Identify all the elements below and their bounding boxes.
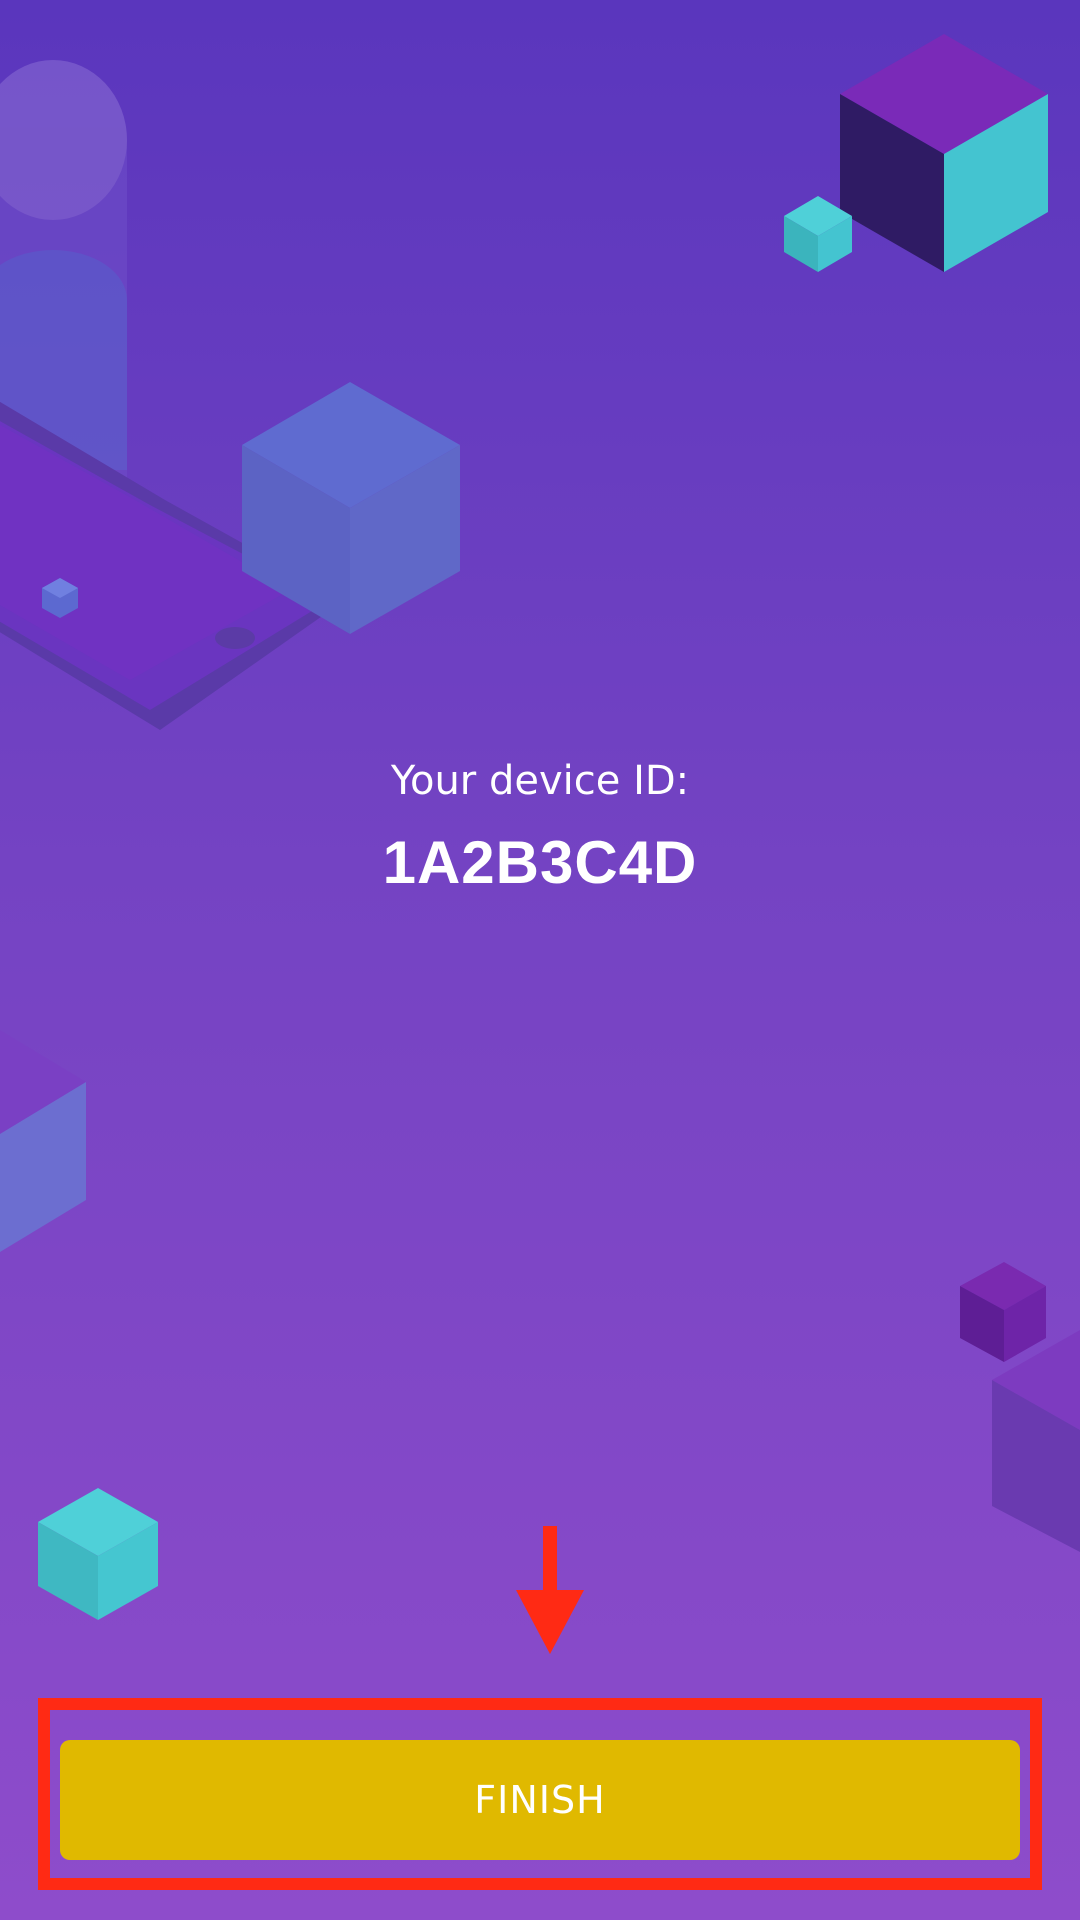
purple-cube-small bbox=[960, 1262, 1046, 1362]
right-edge-cube bbox=[992, 1330, 1080, 1552]
left-edge-cube bbox=[0, 1030, 86, 1252]
finish-button[interactable]: FINISH bbox=[60, 1740, 1020, 1860]
device-id-screen: Your device ID: 1A2B3C4D FINISH bbox=[0, 0, 1080, 1920]
device-id-label: Your device ID: bbox=[390, 758, 690, 804]
teal-cube-large bbox=[840, 34, 1048, 272]
teal-cube-bottom bbox=[38, 1488, 158, 1620]
device-id-value: 1A2B3C4D bbox=[382, 829, 698, 896]
arrow-down-icon bbox=[516, 1526, 584, 1654]
